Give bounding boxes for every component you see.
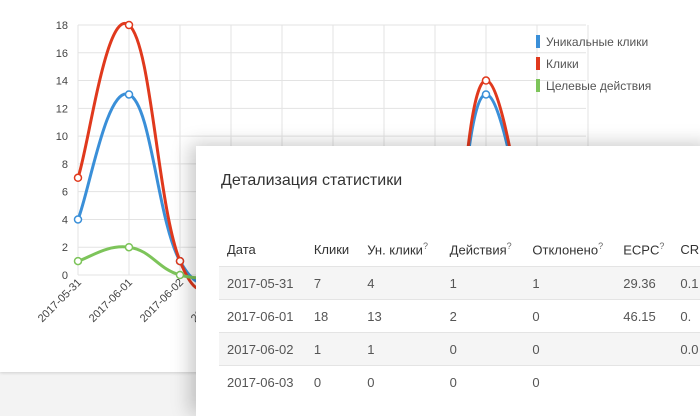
y-tick-label: 10 — [56, 131, 68, 143]
x-tick-label: 2017-06-01 — [87, 277, 135, 325]
table-row: 2017-06-02 1 1 0 0 0.0 — [219, 332, 700, 366]
data-point — [124, 90, 134, 99]
table-row: 2017-05-31 7 4 1 1 29.36 0.1 — [219, 266, 700, 300]
cell-date: 2017-06-01 — [219, 299, 306, 333]
legend-label: Целевые действия — [546, 79, 651, 93]
column-header-ecpc[interactable]: ECPC? — [615, 232, 672, 267]
legend-label: Уникальные клики — [546, 35, 648, 49]
legend-swatch — [536, 79, 540, 92]
cell-rejected: 0 — [524, 332, 616, 366]
y-tick-label: 8 — [62, 159, 68, 171]
data-point — [175, 270, 185, 280]
cell-rejected: 1 — [524, 266, 616, 300]
help-icon[interactable]: ? — [659, 241, 664, 251]
column-header-unique-clicks[interactable]: Ун. клики? — [359, 232, 441, 267]
cell-unique-clicks: 1 — [359, 332, 442, 366]
help-icon[interactable]: ? — [598, 241, 603, 251]
cell-date: 2017-06-02 — [219, 332, 306, 366]
cell-ecpc — [615, 332, 673, 366]
column-header-date[interactable]: Дата — [219, 232, 306, 267]
data-point — [175, 256, 185, 266]
cell-date: 2017-05-31 — [219, 266, 306, 300]
data-point — [481, 90, 491, 99]
cell-actions: 0 — [441, 365, 525, 398]
table-row: 2017-06-03 0 0 0 0 — [219, 365, 700, 398]
help-icon[interactable]: ? — [507, 241, 512, 251]
cell-ecpc: 46.15 — [615, 299, 673, 333]
cell-ecpc — [615, 365, 673, 398]
legend-swatch — [536, 57, 540, 70]
y-tick-label: 2 — [62, 242, 68, 254]
data-point — [481, 76, 491, 85]
y-tick-label: 6 — [62, 187, 68, 199]
data-point — [73, 173, 83, 183]
legend-swatch — [536, 35, 540, 48]
cell-clicks: 7 — [305, 266, 360, 300]
cell-cr: 0.0 — [672, 332, 700, 366]
legend-label: Клики — [546, 57, 579, 71]
data-point — [73, 256, 83, 266]
cell-unique-clicks: 13 — [359, 299, 442, 333]
column-header-rejected[interactable]: Отклонено? — [524, 232, 615, 267]
statistics-table: Дата Клики Ун. клики? Действия? Отклонен… — [219, 232, 700, 398]
cell-cr — [672, 365, 700, 398]
y-tick-label: 14 — [56, 76, 68, 88]
cell-ecpc: 29.36 — [615, 266, 673, 300]
data-point — [124, 20, 134, 30]
cell-actions: 2 — [441, 299, 525, 333]
help-icon[interactable]: ? — [423, 241, 428, 251]
y-tick-label: 16 — [56, 48, 68, 60]
column-header-cr[interactable]: CR — [672, 232, 700, 267]
cell-date: 2017-06-03 — [219, 365, 306, 398]
y-tick-label: 4 — [62, 214, 68, 226]
cell-rejected: 0 — [524, 365, 616, 398]
table-row: 2017-06-01 18 13 2 0 46.15 0. — [219, 299, 700, 333]
cell-rejected: 0 — [524, 299, 616, 333]
detail-title: Детализация статистики — [221, 172, 403, 189]
cell-cr: 0.1 — [672, 266, 700, 300]
y-tick-label: 12 — [56, 103, 68, 115]
column-header-actions[interactable]: Действия? — [442, 232, 525, 267]
cell-clicks: 0 — [305, 365, 360, 398]
cell-actions: 0 — [441, 332, 525, 366]
cell-unique-clicks: 4 — [359, 266, 442, 300]
data-point — [73, 215, 83, 224]
cell-clicks: 18 — [305, 299, 360, 333]
x-tick-label: 2017-05-31 — [36, 277, 84, 325]
y-tick-label: 18 — [56, 20, 68, 32]
data-point — [124, 242, 134, 252]
cell-cr: 0. — [672, 299, 700, 333]
y-tick-label: 0 — [62, 270, 68, 282]
column-header-clicks[interactable]: Клики — [306, 232, 359, 267]
x-tick-label: 2017-06-02 — [138, 277, 186, 325]
cell-actions: 1 — [441, 266, 525, 300]
cell-clicks: 1 — [305, 332, 360, 366]
cell-unique-clicks: 0 — [359, 365, 442, 398]
statistics-detail-panel: Детализация статистики Дата Клики Ун. кл… — [196, 146, 700, 416]
table-header-row: Дата Клики Ун. клики? Действия? Отклонен… — [219, 232, 700, 267]
